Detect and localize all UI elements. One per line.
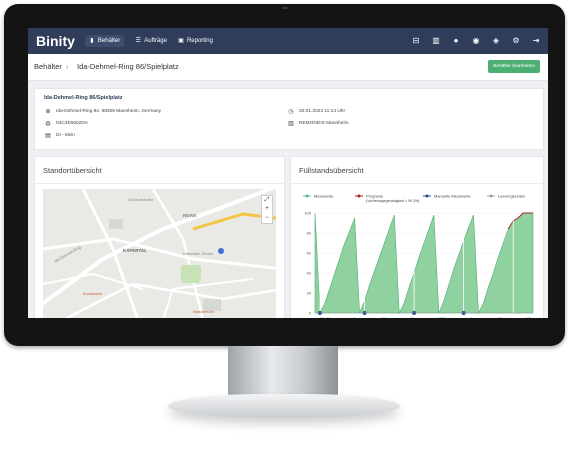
breadcrumb-current: Ida-Dehmel-Ring 86/Spielplatz bbox=[77, 62, 179, 71]
nav-item-auftraege[interactable]: ☰ Aufträge bbox=[135, 38, 167, 44]
chart-axes: 20.(?) 8 15 22 2023 8 15 22 bbox=[315, 312, 533, 318]
fill-level-series bbox=[314, 212, 534, 315]
x-tick-label: 15 bbox=[498, 316, 503, 318]
breadcrumb: Behälter › Ida-Dehmel-Ring 86/Spielplatz… bbox=[28, 54, 548, 81]
container-info-card: Ida-Dehmel-Ring 86/Spielplatz ⊕ Ida-Dehm… bbox=[34, 88, 544, 150]
zoom-in-button[interactable]: + bbox=[262, 205, 272, 214]
nav-item-behaelter[interactable]: ▮ Behälter bbox=[84, 35, 125, 47]
datetime-row: ◷ 20.01.2023 11:14 Uhr bbox=[287, 108, 345, 115]
chart-area bbox=[314, 212, 534, 315]
top-navbar: Binity ▮ Behälter ☰ Aufträge ▣ Reporting… bbox=[28, 28, 548, 54]
card-divider bbox=[35, 183, 284, 184]
inbox-icon[interactable]: ⊟ bbox=[410, 35, 422, 47]
address-text: Ida-Dehmel-Ring 84, 68309 Mannheim, Germ… bbox=[56, 109, 162, 114]
datetime-text: 20.01.2023 11:14 Uhr bbox=[299, 109, 346, 114]
location-card-title: Standortübersicht bbox=[43, 166, 102, 175]
sensor-row: ◍ 04C3E6602DA bbox=[44, 120, 88, 127]
company-text: REMONDIS Mannheim bbox=[299, 121, 349, 126]
fullscreen-icon[interactable]: ⤢ bbox=[262, 196, 272, 205]
y-tick-label: 0 bbox=[309, 311, 312, 316]
location-pin-icon[interactable] bbox=[218, 248, 224, 254]
webcam bbox=[282, 7, 288, 9]
map-label-district: KÄFERTAL bbox=[123, 247, 147, 253]
type-row: ▤ DI - klein bbox=[44, 132, 75, 139]
breadcrumb-root[interactable]: Behälter bbox=[34, 62, 62, 71]
app-screen: Binity ▮ Behälter ☰ Aufträge ▣ Reporting… bbox=[28, 28, 548, 318]
y-tick-label: 40 bbox=[307, 271, 312, 276]
map-label-poi: Kunsthaus bbox=[83, 291, 102, 296]
legend-marker bbox=[305, 194, 309, 198]
list-icon: ☰ bbox=[135, 38, 141, 44]
monitor-bezel: Binity ▮ Behälter ☰ Aufträge ▣ Reporting… bbox=[4, 4, 565, 346]
x-tick-label: 22 bbox=[527, 316, 532, 318]
legend-label: Manuelle Messwerte bbox=[434, 194, 471, 199]
sensor-id-text: 04C3E6602DA bbox=[56, 121, 89, 126]
location-card: Standortübersicht Gerlachstraße Ida-Dehm… bbox=[34, 156, 285, 318]
bin-icon: ▤ bbox=[45, 133, 51, 139]
x-tick-label: 2023 bbox=[437, 316, 447, 318]
nav-right-icons: ⊟ ▥ ● ◉ ◈ ⚙ ⇥ bbox=[402, 35, 542, 47]
monitor-stand-base bbox=[168, 394, 400, 418]
nav-label: Aufträge bbox=[144, 38, 167, 44]
chart-legend: Messwerte Prognose(Vorhersagegenauigkeit … bbox=[303, 194, 525, 203]
legend-marker bbox=[489, 194, 493, 198]
y-tick-label: 100 bbox=[304, 211, 311, 216]
x-tick-label: 8 bbox=[470, 316, 473, 318]
fill-level-card-title: Füllstandsübersicht bbox=[299, 166, 364, 175]
x-tick-label: 22 bbox=[410, 316, 415, 318]
signal-icon: ◍ bbox=[45, 121, 51, 127]
legend-label: Messwerte bbox=[314, 194, 334, 199]
layers-icon[interactable]: ◈ bbox=[490, 35, 502, 47]
clock-icon: ◷ bbox=[288, 109, 294, 115]
address-row: ⊕ Ida-Dehmel-Ring 84, 68309 Mannheim, Ge… bbox=[44, 108, 161, 115]
company-row: ▥ REMONDIS Mannheim bbox=[287, 120, 349, 127]
x-tick-label: 15 bbox=[381, 316, 386, 318]
face-icon[interactable]: ◉ bbox=[470, 35, 482, 47]
fill-level-chart: Messwerte Prognose(Vorhersagegenauigkeit … bbox=[303, 194, 534, 318]
map-canvas: Gerlachstraße Ida-Dehmel-Ring REWE KÄFER… bbox=[43, 189, 276, 318]
location-map[interactable]: Gerlachstraße Ida-Dehmel-Ring REWE KÄFER… bbox=[43, 189, 276, 318]
map-label-road: Käfertaler Straße bbox=[183, 251, 214, 256]
nav-label: Behälter bbox=[97, 38, 121, 44]
monitor-stand-neck bbox=[228, 346, 338, 398]
y-tick-label: 20 bbox=[307, 291, 312, 296]
legend-label-sub: (Vorhersagegenauigkeit = 99.3%) bbox=[366, 199, 419, 203]
map-controls: ⤢ + − bbox=[261, 195, 273, 224]
container-title: Ida-Dehmel-Ring 86/Spielplatz bbox=[44, 95, 123, 101]
map-label-rewe: REWE bbox=[183, 213, 197, 218]
legend-label: Prognose bbox=[366, 194, 384, 199]
brand-logo[interactable]: Binity bbox=[36, 33, 75, 49]
breadcrumb-separator: › bbox=[66, 62, 69, 71]
legend-marker bbox=[357, 194, 361, 198]
legend-marker bbox=[425, 194, 429, 198]
map-label-street: Gerlachstraße bbox=[128, 197, 154, 202]
x-tick-label: 20.(?) bbox=[320, 316, 331, 318]
chart-icon: ▣ bbox=[178, 38, 184, 44]
user-settings-icon[interactable]: ⚙ bbox=[510, 35, 522, 47]
y-tick-label: 60 bbox=[307, 251, 312, 256]
building-icon: ▥ bbox=[288, 121, 294, 127]
user-circle-icon[interactable]: ● bbox=[450, 35, 462, 47]
x-tick-label: 8 bbox=[353, 316, 356, 318]
trash-bin-icon: ▮ bbox=[90, 38, 94, 44]
y-tick-label: 80 bbox=[307, 231, 312, 236]
building-icon[interactable]: ▥ bbox=[430, 35, 442, 47]
nav-item-reporting[interactable]: ▣ Reporting bbox=[178, 38, 213, 44]
zoom-out-button[interactable]: − bbox=[262, 214, 272, 223]
type-text: DI - klein bbox=[56, 133, 75, 138]
nav-label: Reporting bbox=[186, 38, 213, 44]
edit-container-button[interactable]: Behälter bearbeiten bbox=[488, 60, 540, 73]
legend-label: Leerungszeiten bbox=[498, 194, 525, 199]
logout-icon[interactable]: ⇥ bbox=[530, 35, 542, 47]
fill-level-card: Füllstandsübersicht Messwerte Prognose (Vo… bbox=[290, 156, 544, 318]
location-icon: ⊕ bbox=[45, 109, 51, 115]
map-label-poi: Wasserturm bbox=[193, 309, 215, 314]
